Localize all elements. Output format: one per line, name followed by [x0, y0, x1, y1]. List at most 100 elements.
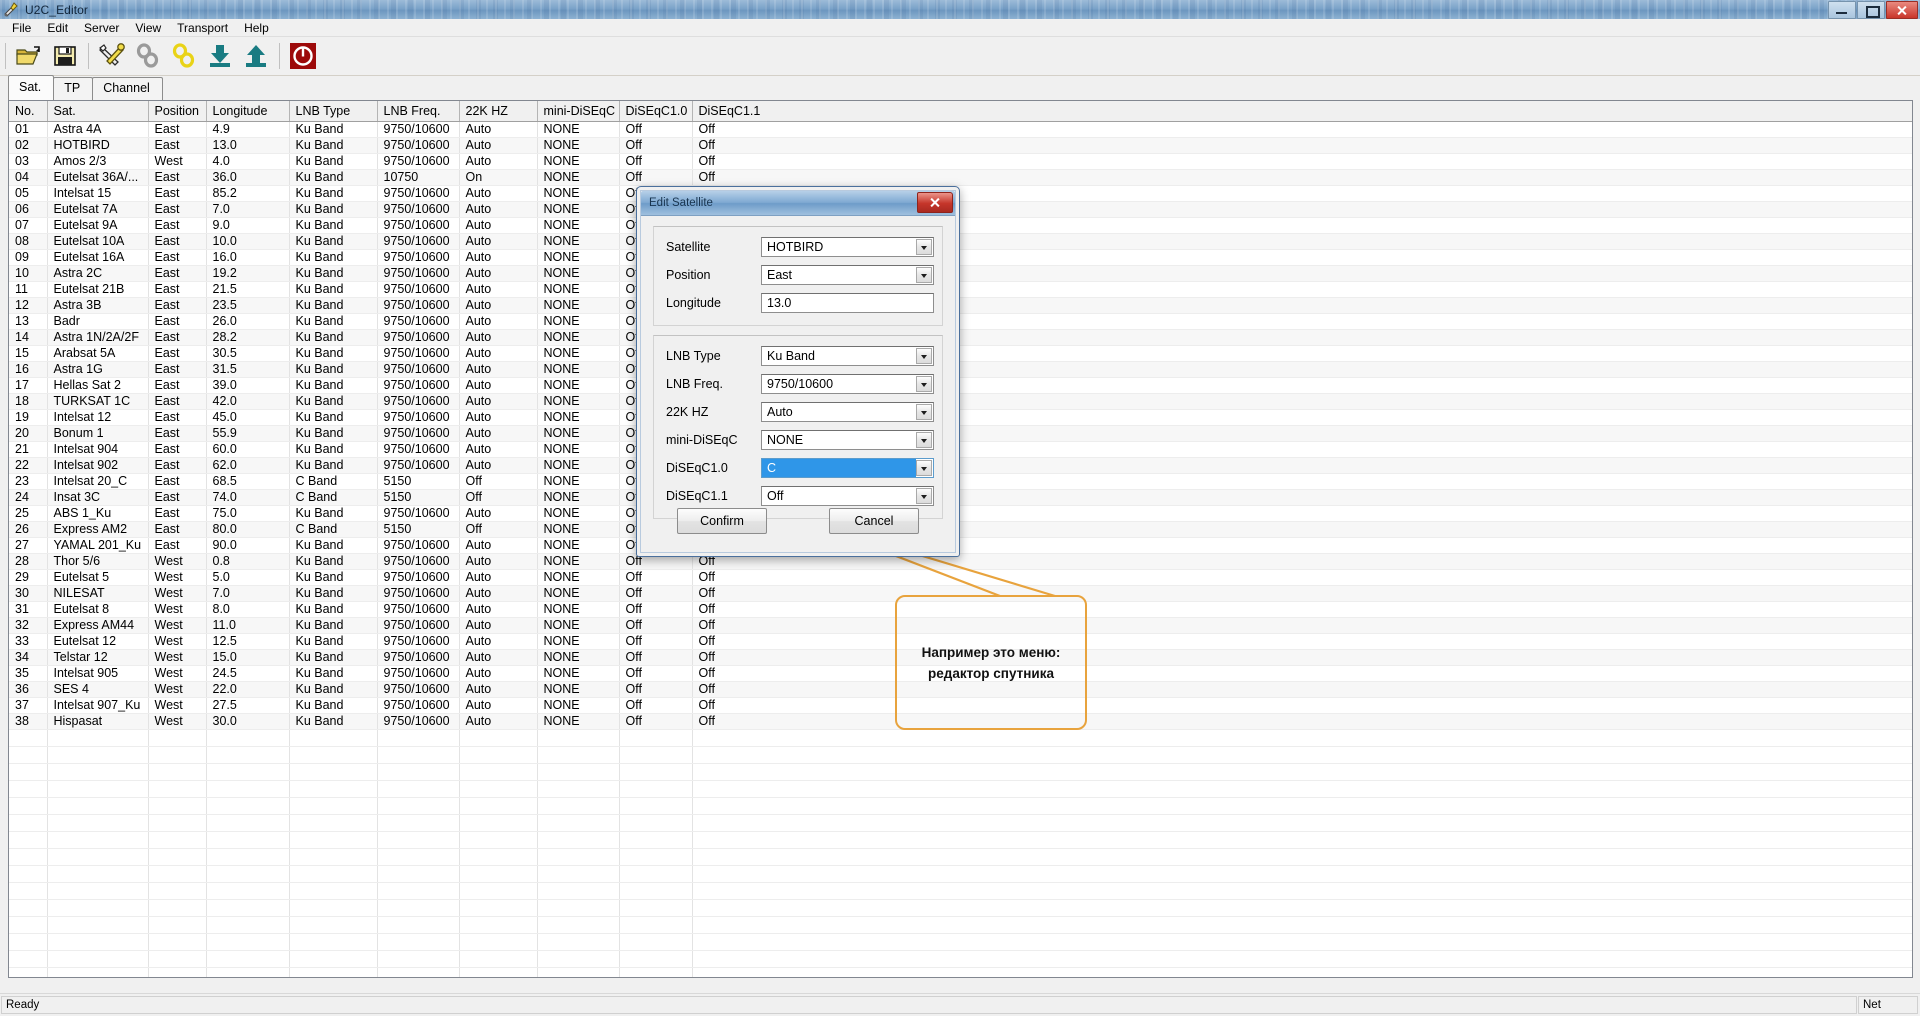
table-row[interactable]: 06 Eutelsat 7A East 7.0 Ku Band 9750/10600 Aut… [9, 201, 1912, 218]
table-row-empty [9, 882, 1912, 900]
table-row[interactable]: 17 Hellas Sat 2 East 39.0 Ku Band 9750/10600 A… [9, 377, 1912, 394]
cell-22k-hz: Auto [459, 217, 538, 234]
table-row[interactable]: 08 Eutelsat 10A East 10.0 Ku Band 9750/10600 A… [9, 233, 1912, 250]
column-header-mini-diseqc[interactable]: mini-DiSEqC [537, 101, 620, 122]
table-row[interactable]: 11 Eutelsat 21B East 21.5 Ku Band 9750/10600 A… [9, 281, 1912, 298]
cell-position: East [148, 489, 207, 506]
upload-icon[interactable] [240, 40, 272, 72]
table-row[interactable]: 10 Astra 2C East 19.2 Ku Band 9750/10600 Auto N… [9, 265, 1912, 282]
tab-tp[interactable]: TP [53, 77, 94, 100]
mini-diseqc-combo[interactable]: NONE [761, 430, 934, 450]
chevron-down-icon[interactable] [916, 267, 932, 283]
label-satellite: Satellite [666, 240, 711, 254]
column-header-sat[interactable]: Sat. [47, 101, 149, 122]
table-row[interactable]: 25 ABS 1_Ku East 75.0 Ku Band 9750/10600 Auto N… [9, 505, 1912, 522]
cell-mini-diseqc: NONE [537, 489, 620, 506]
cell-mini-diseqc: NONE [537, 249, 620, 266]
diseqc10-combo[interactable]: C [761, 458, 934, 478]
satellite-table-container[interactable]: No. Sat. Position Longitude LNB Type LNB Freq… [8, 100, 1913, 978]
cell-no: 31 [9, 601, 48, 618]
table-row[interactable]: 14 Astra 1N/2A/2F East 28.2 Ku Band 9750/1060… [9, 329, 1912, 346]
column-header-lnb-type[interactable]: LNB Type [289, 101, 378, 122]
table-row[interactable]: 07 Eutelsat 9A East 9.0 Ku Band 9750/10600 Aut… [9, 217, 1912, 234]
table-row[interactable]: 18 TURKSAT 1C East 42.0 Ku Band 9750/10600 Aut… [9, 393, 1912, 410]
chevron-down-icon[interactable] [916, 404, 932, 420]
table-row[interactable]: 20 Bonum 1 East 55.9 Ku Band 9750/10600 Auto NO… [9, 425, 1912, 442]
table-row[interactable]: 04 Eutelsat 36A/... East 36.0 Ku Band 10750 On… [9, 169, 1912, 186]
chevron-down-icon[interactable] [916, 460, 932, 476]
menu-edit[interactable]: Edit [39, 19, 76, 37]
confirm-button[interactable]: Confirm [677, 508, 767, 534]
column-header-no[interactable]: No. [9, 101, 48, 122]
table-row[interactable]: 12 Astra 3B East 23.5 Ku Band 9750/10600 Auto N… [9, 297, 1912, 314]
column-header-longitude[interactable]: Longitude [206, 101, 290, 122]
tab-channel[interactable]: Channel [92, 77, 163, 100]
cell-mini-diseqc: NONE [537, 585, 620, 602]
table-row[interactable]: 27 YAMAL 201_Ku East 90.0 Ku Band 9750/10600 A… [9, 537, 1912, 554]
table-row[interactable]: 21 Intelsat 904 East 60.0 Ku Band 9750/10600 A… [9, 441, 1912, 458]
close-button[interactable] [1886, 1, 1918, 19]
menu-server[interactable]: Server [76, 19, 127, 37]
table-row[interactable]: 02 HOTBIRD East 13.0 Ku Band 9750/10600 Auto NO… [9, 137, 1912, 154]
menu-transport[interactable]: Transport [169, 19, 236, 37]
menu-help[interactable]: Help [236, 19, 277, 37]
cancel-button[interactable]: Cancel [829, 508, 919, 534]
chevron-down-icon[interactable] [916, 488, 932, 504]
save-disk-icon[interactable] [49, 40, 81, 72]
table-row[interactable]: 28 Thor 5/6 West 0.8 Ku Band 9750/10600 Auto NO… [9, 553, 1912, 570]
table-row[interactable]: 24Insat 3CEast74.0C Band5150OffNONEOffOf… [9, 489, 1912, 506]
power-icon[interactable] [287, 40, 319, 72]
table-row[interactable]: 15 Arabsat 5A East 30.5 Ku Band 9750/10600 Aut… [9, 345, 1912, 362]
longitude-input[interactable]: 13.0 [761, 293, 934, 313]
field-satellite: Satellite HOTBIRD [662, 236, 934, 258]
chain-link-icon[interactable] [168, 40, 200, 72]
menu-view[interactable]: View [127, 19, 169, 37]
table-row[interactable]: 26 Express AM2 East 80.0 C Band 5150 Off NONE Of… [9, 521, 1912, 538]
cell-sat: Intelsat 12 [47, 409, 149, 426]
cell-22k-hz: Auto [459, 313, 538, 330]
field-22k-hz: 22K HZ Auto [662, 401, 934, 423]
column-header-diseqc1-0[interactable]: DiSEqC1.0 [619, 101, 693, 122]
position-combo[interactable]: East [761, 265, 934, 285]
table-row[interactable]: 23 Intelsat 20_C East 68.5 C Band 5150 Off NONE… [9, 473, 1912, 490]
tools-wrench-icon[interactable] [96, 40, 128, 72]
column-header-22k-hz[interactable]: 22K HZ [459, 101, 538, 122]
chevron-down-icon[interactable] [916, 348, 932, 364]
table-row[interactable]: 03 Amos 2/3 West 4.0 Ku Band 9750/10600 Auto NO… [9, 153, 1912, 170]
download-icon[interactable] [204, 40, 236, 72]
chevron-down-icon[interactable] [916, 432, 932, 448]
column-header-position[interactable]: Position [148, 101, 207, 122]
menu-file[interactable]: File [4, 19, 39, 37]
diseqc11-combo[interactable]: Off [761, 486, 934, 506]
cell-position: East [148, 137, 207, 154]
table-row[interactable]: 29 Eutelsat 5 West 5.0 Ku Band 9750/10600 Auto… [9, 569, 1912, 586]
column-header-diseqc1-1[interactable]: DiSEqC1.1 [692, 101, 1912, 122]
lnb-freq-combo[interactable]: 9750/10600 [761, 374, 934, 394]
label-diseqc11: DiSEqC1.1 [666, 489, 728, 503]
table-row[interactable]: 16 Astra 1G East 31.5 Ku Band 9750/10600 Auto N… [9, 361, 1912, 378]
open-folder-icon[interactable] [13, 40, 45, 72]
cell-mini-diseqc: NONE [537, 377, 620, 394]
tab-sat[interactable]: Sat. [8, 75, 55, 100]
table-row[interactable]: 09 Eutelsat 16A East 16.0 Ku Band 9750/10600 A… [9, 249, 1912, 266]
lnb-type-combo[interactable]: Ku Band [761, 346, 934, 366]
table-row[interactable]: 01 Astra 4A East 4.9 Ku Band 9750/10600 Auto NO… [9, 121, 1912, 138]
cell-position: East [148, 441, 207, 458]
maximize-button[interactable] [1857, 1, 1885, 19]
table-row[interactable]: 22 Intelsat 902 East 62.0 Ku Band 9750/10600 A… [9, 457, 1912, 474]
satellite-combo[interactable]: HOTBIRD [761, 237, 934, 257]
chevron-down-icon[interactable] [916, 239, 932, 255]
table-row[interactable]: 19 Intelsat 12 East 45.0 Ku Band 9750/10600 Au… [9, 409, 1912, 426]
minimize-button[interactable] [1828, 1, 1856, 19]
table-row[interactable]: 13 Badr East 26.0 Ku Band 9750/10600 Auto NONE O… [9, 313, 1912, 330]
table-row-empty [9, 967, 1912, 977]
cell-lnb-type: Ku Band [289, 297, 378, 314]
cell-mini-diseqc: NONE [537, 713, 620, 730]
column-header-lnb-freq[interactable]: LNB Freq. [377, 101, 460, 122]
chevron-down-icon[interactable] [916, 376, 932, 392]
dialog-close-button[interactable] [917, 192, 953, 213]
chain-broken-icon[interactable] [132, 40, 164, 72]
cell-longitude: 68.5 [206, 473, 290, 490]
table-row[interactable]: 05 Intelsat 15 East 85.2 Ku Band 9750/10600 Au… [9, 185, 1912, 202]
twenty-two-k-combo[interactable]: Auto [761, 402, 934, 422]
